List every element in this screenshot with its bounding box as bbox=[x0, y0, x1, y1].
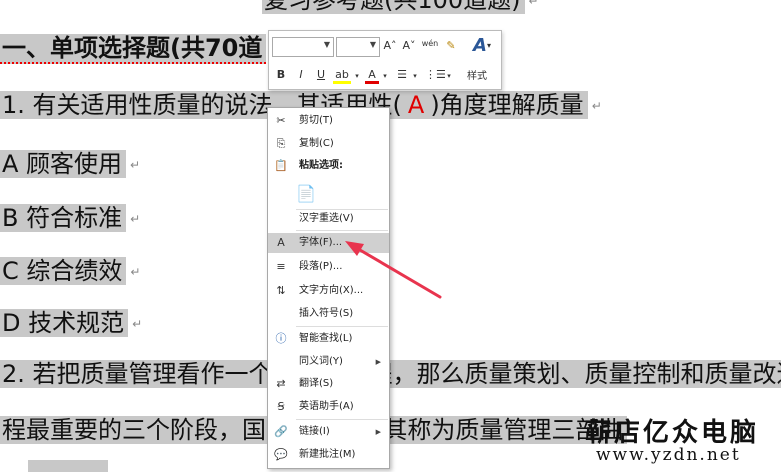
watermark-url: www.yzdn.net bbox=[596, 445, 741, 465]
watermark-brand: 蕲店亿众电脑 bbox=[585, 418, 760, 448]
annotation-arrow bbox=[345, 241, 442, 299]
